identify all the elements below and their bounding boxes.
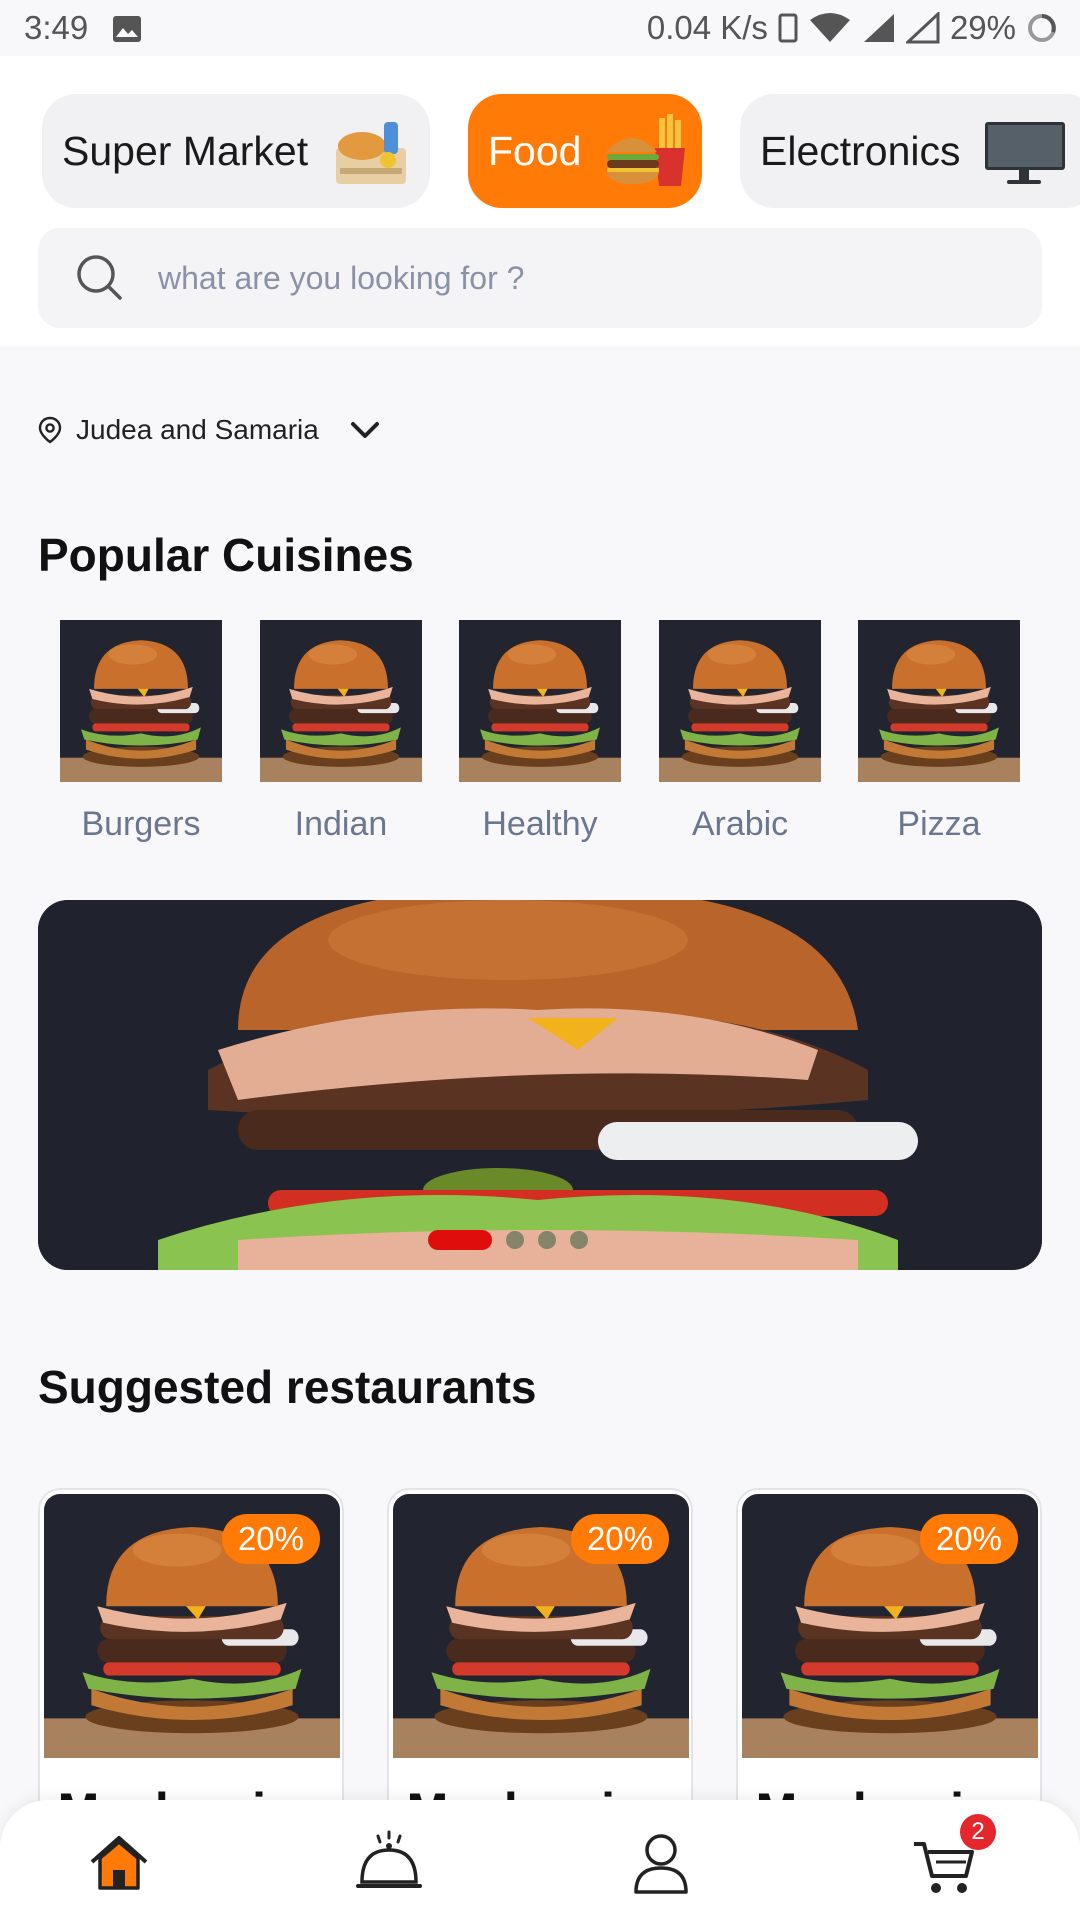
restaurant-card[interactable]: 20% Machawina — [38, 1488, 344, 1848]
category-label: Food — [488, 127, 582, 174]
category-label: Electronics — [760, 127, 961, 174]
grocery-bag-icon — [336, 122, 407, 184]
restaurant-list: 20% Machawina 20% Machawina 20% Machawin… — [0, 1488, 1080, 1848]
location-pin-icon — [38, 416, 62, 444]
discount-badge: 20% — [570, 1514, 669, 1564]
nav-restaurants[interactable] — [354, 1828, 424, 1898]
cuisine-label: Indian — [294, 805, 388, 843]
suggested-restaurants-title: Suggested restaurants — [38, 1361, 537, 1413]
carousel-dot[interactable] — [570, 1231, 588, 1249]
discount-badge: 20% — [919, 1514, 1018, 1564]
category-electronics[interactable]: Electronics — [740, 94, 1080, 208]
carousel-indicator — [428, 1230, 588, 1250]
header: Super Market Food Electronics — [0, 56, 1080, 346]
location-selector[interactable]: Judea and Samaria — [38, 414, 381, 446]
banner-image — [38, 900, 1042, 1270]
category-super-market[interactable]: Super Market — [42, 94, 430, 208]
phone-icon — [778, 13, 798, 43]
network-speed: 0.04 K/s — [646, 9, 768, 46]
status-right: 0.04 K/s 29% — [647, 9, 1058, 47]
burger-fries-icon — [607, 114, 686, 186]
cuisine-list: Burgers Indian Healthy Arabic Pizza — [0, 620, 1080, 850]
gallery-notification-icon — [113, 16, 141, 42]
category-label: Super Market — [62, 127, 309, 174]
home-icon — [90, 1836, 148, 1890]
search-bar[interactable] — [38, 228, 1042, 328]
cuisine-item-burgers[interactable]: Burgers — [60, 620, 222, 844]
search-icon — [77, 255, 122, 300]
signal-icon — [863, 14, 894, 42]
category-food[interactable]: Food — [468, 94, 702, 208]
nav-profile[interactable] — [626, 1828, 696, 1898]
cuisine-label: Pizza — [897, 805, 981, 843]
wifi-icon — [809, 13, 850, 42]
carousel-dot-active[interactable] — [428, 1230, 492, 1250]
promo-banner-carousel[interactable] — [38, 900, 1042, 1270]
cuisine-image — [60, 620, 222, 782]
nav-cart[interactable]: 2 — [910, 1814, 996, 1898]
cuisine-item-indian[interactable]: Indian — [260, 620, 422, 844]
location-label: Judea and Samaria — [76, 414, 319, 445]
cuisine-label: Burgers — [81, 805, 201, 843]
signal-empty-icon — [905, 12, 940, 44]
tv-icon — [984, 122, 1065, 184]
chevron-down-icon[interactable] — [349, 419, 381, 441]
discount-badge: 20% — [221, 1514, 320, 1564]
search-input[interactable] — [158, 228, 998, 328]
cuisine-item-arabic[interactable]: Arabic — [659, 620, 821, 844]
cuisine-item-pizza[interactable]: Pizza — [858, 620, 1020, 844]
carousel-dot[interactable] — [538, 1231, 556, 1249]
status-time: 3:49 — [24, 9, 89, 46]
battery-circle-icon — [1028, 14, 1056, 42]
restaurant-card[interactable]: 20% Machawina — [387, 1488, 693, 1848]
bottom-navigation: 2 — [0, 1800, 1080, 1920]
cuisine-image — [659, 620, 821, 782]
cuisine-image — [260, 620, 422, 782]
cuisine-image — [459, 620, 621, 782]
dish-icon — [356, 1830, 422, 1888]
cuisine-label: Healthy — [482, 805, 598, 843]
nav-home[interactable] — [84, 1828, 154, 1898]
cuisine-item-healthy[interactable]: Healthy — [459, 620, 621, 844]
cuisine-label: Arabic — [691, 805, 789, 843]
status-bar: 3:49 0.04 K/s 29% — [0, 0, 1080, 56]
popular-cuisines-title: Popular Cuisines — [38, 529, 414, 581]
cuisine-image — [858, 620, 1020, 782]
carousel-dot[interactable] — [506, 1231, 524, 1249]
battery-percent: 29% — [949, 9, 1016, 46]
cart-count-badge: 2 — [960, 1814, 996, 1850]
restaurant-card[interactable]: 20% Machawina — [736, 1488, 1042, 1848]
profile-icon — [634, 1834, 688, 1894]
